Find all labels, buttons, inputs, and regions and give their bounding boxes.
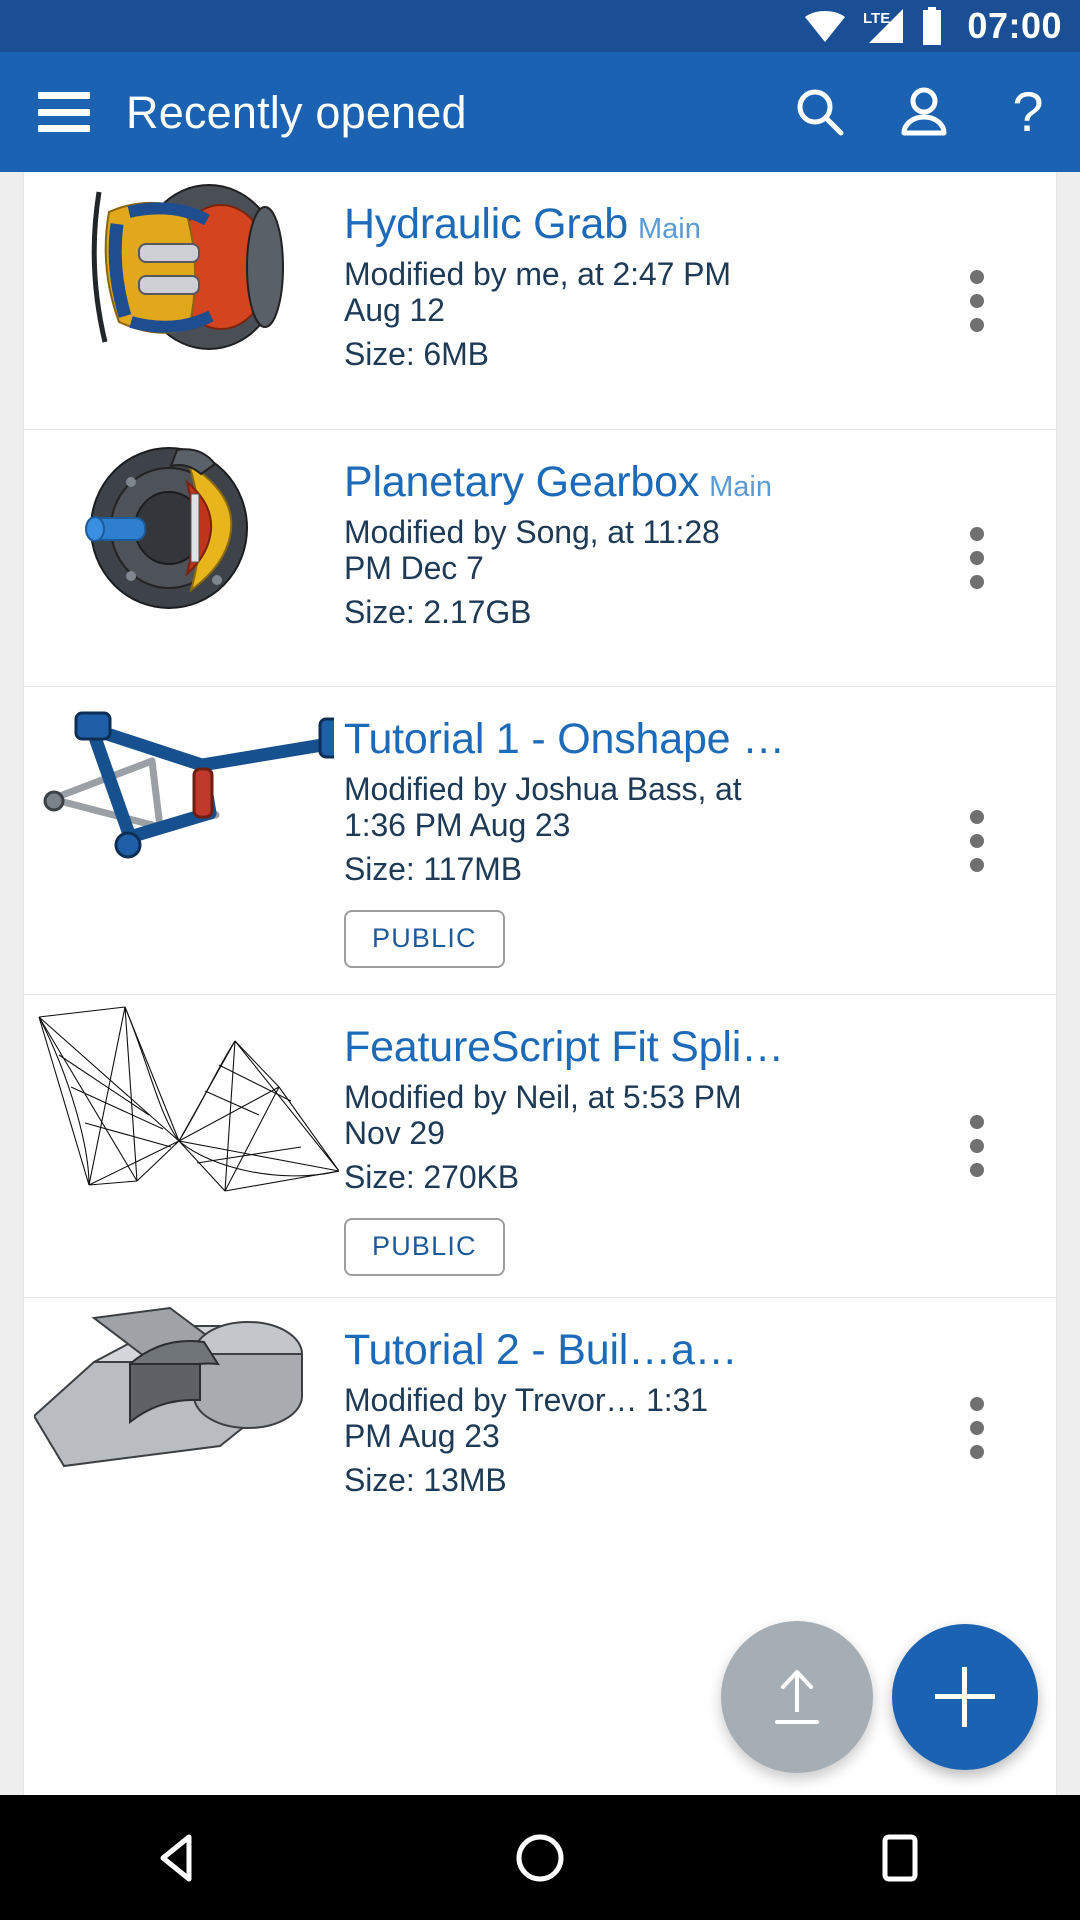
document-title: FeatureScript Fit Spli… xyxy=(344,1023,784,1071)
overflow-menu-icon[interactable] xyxy=(970,527,984,589)
status-icons: LTE 07:00 xyxy=(803,7,1062,45)
modified-text: Modified by Neil, at 5:53 PM Nov 29 xyxy=(344,1079,742,1151)
row-body: Tutorial 2 - Buil…a… Modified by Trevor…… xyxy=(344,1298,1056,1523)
size-text: Size: 6MB xyxy=(344,335,489,372)
signal-icon: LTE xyxy=(863,9,904,43)
hydraulic-grab-thumbnail xyxy=(24,172,344,362)
size-text: Size: 13MB xyxy=(344,1461,507,1498)
planetary-gearbox-thumbnail xyxy=(24,430,344,620)
phone-screen: LTE 07:00 Recently opened ? Hydraulic Gr… xyxy=(0,0,1080,1920)
help-button[interactable]: ? xyxy=(976,60,1080,164)
table-row[interactable]: Tutorial 1 - Onshape … Modified by Joshu… xyxy=(24,687,1056,995)
status-badge: PUBLIC xyxy=(344,1217,505,1276)
battery-icon xyxy=(923,7,942,45)
table-row[interactable]: Tutorial 2 - Buil…a… Modified by Trevor…… xyxy=(24,1298,1056,1558)
bracket-part-thumbnail xyxy=(24,1298,344,1498)
svg-text:LTE: LTE xyxy=(863,10,890,27)
overflow-menu-icon[interactable] xyxy=(970,1115,984,1177)
app-bar-actions: ? xyxy=(768,60,1080,164)
row-body: Tutorial 1 - Onshape … Modified by Joshu… xyxy=(344,687,1056,992)
recents-square-icon xyxy=(882,1834,918,1881)
row-body: Hydraulic Grab Main Modified by me, at 2:… xyxy=(344,172,1056,397)
upload-fab-button[interactable] xyxy=(721,1621,873,1773)
home-circle-icon xyxy=(516,1834,564,1881)
back-triangle-icon xyxy=(160,1834,192,1881)
search-button[interactable] xyxy=(768,60,872,164)
branch-label: Main xyxy=(709,471,772,503)
document-title-line[interactable]: FeatureScript Fit Spli… xyxy=(344,1023,1040,1071)
modified-text: Modified by Song, at 11:28 PM Dec 7 xyxy=(344,514,720,586)
table-row[interactable]: Planetary Gearbox Main Modified by Song, … xyxy=(24,430,1056,687)
modified-text: Modified by Trevor… 1:31 PM Aug 23 xyxy=(344,1382,708,1454)
modified-text: Modified by Joshua Bass, at 1:36 PM Aug … xyxy=(344,771,742,843)
search-icon xyxy=(797,89,844,136)
document-meta: Modified by Trevor… 1:31 PM Aug 23 Size:… xyxy=(344,1382,764,1498)
row-body: Planetary Gearbox Main Modified by Song, … xyxy=(344,430,1056,655)
document-title-line[interactable]: Planetary Gearbox Main xyxy=(344,458,1040,506)
question-mark-icon: ? xyxy=(1012,80,1044,143)
overflow-menu-icon[interactable] xyxy=(970,1397,984,1459)
hamburger-menu-icon[interactable] xyxy=(38,92,90,132)
document-title: Tutorial 1 - Onshape … xyxy=(344,715,785,763)
document-meta: Modified by Neil, at 5:53 PM Nov 29 Size… xyxy=(344,1079,764,1195)
spline-surface-thumbnail xyxy=(24,995,344,1195)
size-text: Size: 117MB xyxy=(344,850,522,887)
nav-recents-button[interactable] xyxy=(830,1795,970,1920)
document-title-line[interactable]: Tutorial 1 - Onshape … xyxy=(344,715,1040,763)
app-bar: Recently opened ? xyxy=(0,52,1080,172)
row-body: FeatureScript Fit Spli… Modified by Neil… xyxy=(344,995,1056,1300)
person-icon xyxy=(901,87,947,136)
bike-frame-thumbnail xyxy=(24,687,344,897)
status-bar: LTE 07:00 xyxy=(0,0,1080,52)
document-meta: Modified by me, at 2:47 PM Aug 12 Size: … xyxy=(344,256,764,372)
upload-icon xyxy=(775,1670,819,1724)
document-title: Tutorial 2 - Buil…a… xyxy=(344,1326,738,1374)
document-meta: Modified by Song, at 11:28 PM Dec 7 Size… xyxy=(344,514,764,630)
modified-text: Modified by me, at 2:47 PM Aug 12 xyxy=(344,256,731,328)
page-title: Recently opened xyxy=(126,86,467,138)
size-text: Size: 270KB xyxy=(344,1158,520,1195)
nav-home-button[interactable] xyxy=(470,1795,610,1920)
android-nav-bar xyxy=(0,1795,1080,1920)
status-badge: PUBLIC xyxy=(344,909,505,968)
overflow-menu-icon[interactable] xyxy=(970,269,984,332)
nav-back-button[interactable] xyxy=(110,1795,250,1920)
overflow-menu-icon[interactable] xyxy=(970,809,984,872)
document-meta: Modified by Joshua Bass, at 1:36 PM Aug … xyxy=(344,771,764,887)
account-button[interactable] xyxy=(872,60,976,164)
document-title-line[interactable]: Tutorial 2 - Buil…a… xyxy=(344,1326,1040,1374)
document-title: Planetary Gearbox xyxy=(344,458,700,506)
size-text: Size: 2.17GB xyxy=(344,593,532,630)
branch-label: Main xyxy=(637,213,701,245)
table-row[interactable]: FeatureScript Fit Spli… Modified by Neil… xyxy=(24,995,1056,1298)
table-row[interactable]: Hydraulic Grab Main Modified by me, at 2:… xyxy=(24,172,1056,430)
create-fab-button[interactable] xyxy=(892,1624,1038,1770)
document-title: Hydraulic Grab xyxy=(344,200,628,248)
wifi-icon xyxy=(805,11,846,42)
document-title-line[interactable]: Hydraulic Grab Main xyxy=(344,200,1040,248)
status-clock: 07:00 xyxy=(967,5,1062,46)
document-list[interactable]: Hydraulic Grab Main Modified by me, at 2:… xyxy=(24,172,1056,1795)
plus-icon xyxy=(935,1667,995,1727)
